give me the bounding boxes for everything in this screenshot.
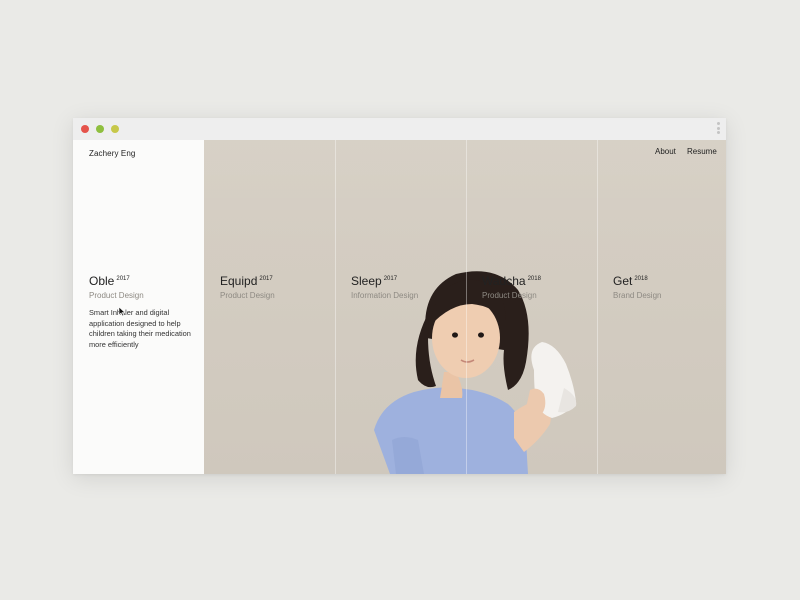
nav-about-link[interactable]: About <box>655 147 676 156</box>
child-with-inhaler-photo <box>374 271 577 474</box>
project-title: Sleep 2017 <box>351 274 398 288</box>
project-title: Equipd 2017 <box>220 274 273 288</box>
project-sleep[interactable]: Sleep 2017 Information Design <box>351 274 471 300</box>
project-year: 2017 <box>116 276 130 282</box>
project-title: Wadcha 2018 <box>482 274 541 288</box>
column-divider <box>335 140 336 474</box>
minimize-window-button[interactable] <box>96 125 104 133</box>
browser-window: Zachery Eng About Resume Oble 2017 Produc… <box>73 118 726 474</box>
page-content: Zachery Eng About Resume Oble 2017 Produc… <box>73 140 726 474</box>
close-window-button[interactable] <box>81 125 89 133</box>
project-year: 2017 <box>259 276 273 282</box>
project-category: Product Design <box>220 291 275 300</box>
hero-image <box>204 140 726 474</box>
project-category: Brand Design <box>613 291 662 300</box>
project-wadcha[interactable]: Wadcha 2018 Product Design <box>482 274 602 300</box>
column-divider <box>597 140 598 474</box>
more-options-icon[interactable] <box>715 122 721 136</box>
site-brand[interactable]: Zachery Eng <box>89 149 135 158</box>
project-get[interactable]: Get 2018 Brand Design <box>613 274 726 300</box>
project-category: Product Design <box>482 291 537 300</box>
nav-resume-link[interactable]: Resume <box>687 147 717 156</box>
project-category: Information Design <box>351 291 419 300</box>
project-year: 2018 <box>527 276 541 282</box>
project-category: Product Design <box>89 291 144 300</box>
project-equipd[interactable]: Equipd 2017 Product Design <box>220 274 340 300</box>
column-divider <box>466 140 467 474</box>
mouse-cursor-icon <box>119 307 125 316</box>
project-title: Oble 2017 <box>89 274 130 288</box>
project-title: Get 2018 <box>613 274 648 288</box>
project-description: Smart Inhaler and digital application de… <box>89 308 191 349</box>
project-oble[interactable]: Oble 2017 Product Design Smart Inhaler an… <box>89 274 209 350</box>
maximize-window-button[interactable] <box>111 125 119 133</box>
project-year: 2018 <box>634 276 648 282</box>
browser-titlebar <box>73 118 726 141</box>
project-year: 2017 <box>383 276 398 282</box>
